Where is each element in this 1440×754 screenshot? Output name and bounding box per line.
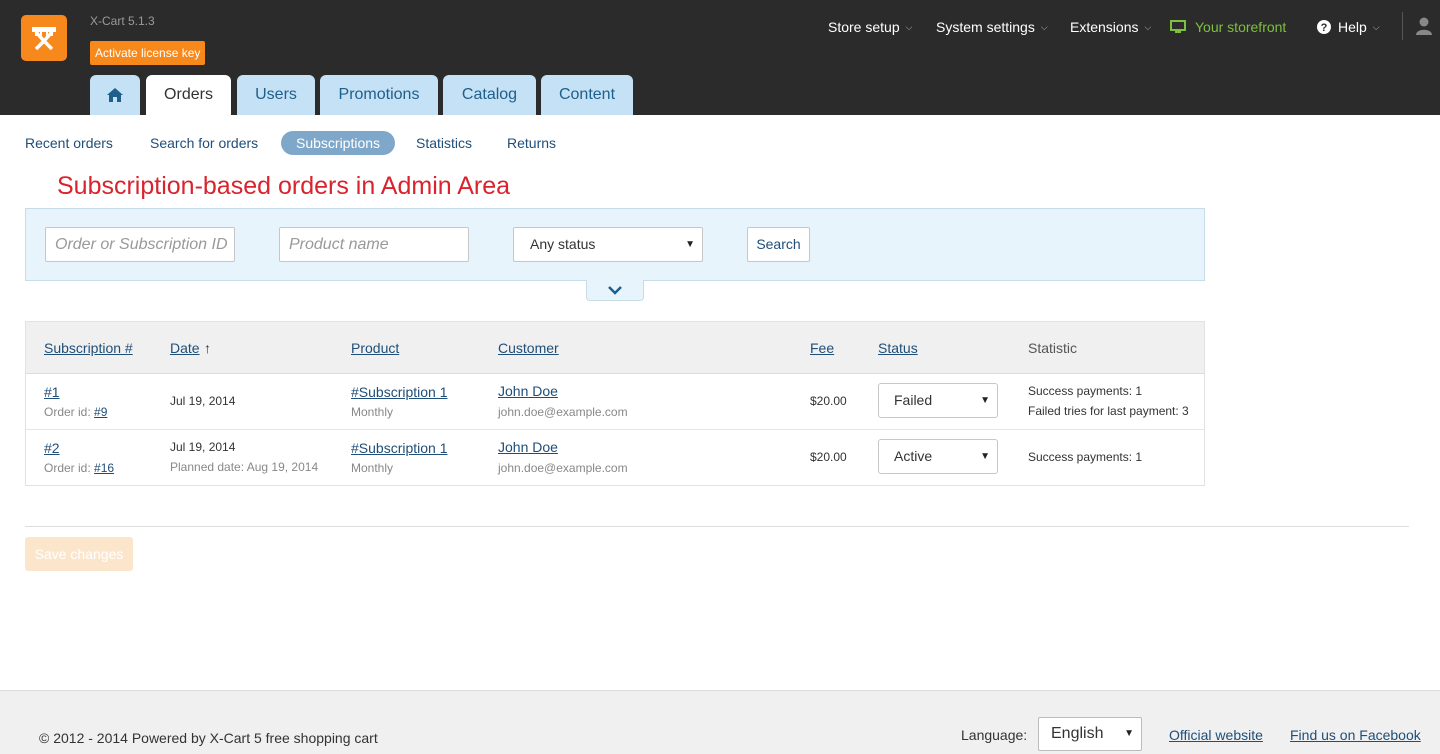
column-customer[interactable]: Customer <box>498 340 559 356</box>
subnav-statistics[interactable]: Statistics <box>416 131 472 155</box>
tab-catalog[interactable]: Catalog <box>443 75 536 115</box>
subscription-id-link[interactable]: #2 <box>44 440 60 456</box>
statistic-success: Success payments: 1 <box>1028 450 1143 464</box>
status-value: Failed <box>894 392 933 408</box>
search-button[interactable]: Search <box>747 227 810 262</box>
user-icon[interactable] <box>1414 16 1434 39</box>
tab-users[interactable]: Users <box>237 75 315 115</box>
chevron-down-icon: ⌵ <box>905 21 913 32</box>
subnav-subscriptions[interactable]: Subscriptions <box>281 131 396 155</box>
period-value: Monthly <box>351 405 394 419</box>
store-setup-menu[interactable]: Store setup ⌵ <box>828 17 912 37</box>
statistic-failed: Failed tries for last payment: 3 <box>1028 404 1189 418</box>
app-version: X-Cart 5.1.3 <box>90 14 155 28</box>
svg-text:?: ? <box>1321 22 1328 34</box>
system-settings-menu[interactable]: System settings ⌵ <box>936 17 1048 37</box>
help-menu[interactable]: ? Help ⌵ <box>1317 17 1380 37</box>
column-subscription[interactable]: Subscription # <box>44 340 133 356</box>
status-filter-select[interactable]: Any status ▼ <box>513 227 703 262</box>
column-fee[interactable]: Fee <box>810 340 834 356</box>
fee-value: $20.00 <box>810 394 847 408</box>
top-bar: X-Cart 5.1.3 Activate license key Store … <box>0 0 1440 115</box>
save-changes-button[interactable]: Save changes <box>25 537 133 571</box>
divider <box>1402 12 1403 40</box>
chevron-down-icon: ⌵ <box>1372 21 1380 32</box>
dropdown-arrow-icon: ▼ <box>1124 728 1134 739</box>
sort-arrow-icon: ↑ <box>204 340 211 356</box>
system-settings-label: System settings <box>936 19 1035 35</box>
customer-link[interactable]: John Doe <box>498 439 558 455</box>
subscription-id-link[interactable]: #1 <box>44 384 60 400</box>
table-header: Subscription # Date ↑ Product Customer F… <box>26 322 1204 374</box>
subnav-recent-orders[interactable]: Recent orders <box>25 131 113 155</box>
official-website-link[interactable]: Official website <box>1169 727 1263 743</box>
language-label: Language: <box>961 727 1028 743</box>
column-product[interactable]: Product <box>351 340 399 356</box>
row-divider <box>26 429 1204 430</box>
page-heading: Subscription-based orders in Admin Area <box>57 172 511 200</box>
tab-promotions[interactable]: Promotions <box>320 75 438 115</box>
order-id-input[interactable]: Order or Subscription ID <box>45 227 235 262</box>
expand-filter-toggle[interactable] <box>586 280 644 301</box>
product-link[interactable]: #Subscription 1 <box>351 440 448 456</box>
status-select[interactable]: Active ▼ <box>878 439 998 474</box>
customer-link[interactable]: John Doe <box>498 383 558 399</box>
fee-value: $20.00 <box>810 450 847 464</box>
chevron-down-icon: ⌵ <box>1040 21 1048 32</box>
tab-orders[interactable]: Orders <box>146 75 231 115</box>
status-filter-value: Any status <box>530 236 596 252</box>
planned-date: Planned date: Aug 19, 2014 <box>170 460 319 474</box>
question-icon: ? <box>1317 20 1331 34</box>
order-id-link[interactable]: #16 <box>94 461 114 475</box>
date-value: Jul 19, 2014 <box>170 440 236 454</box>
xcart-logo-icon[interactable] <box>21 15 67 61</box>
facebook-link[interactable]: Find us on Facebook <box>1290 727 1421 743</box>
column-status[interactable]: Status <box>878 340 918 356</box>
tab-home[interactable] <box>90 75 140 115</box>
copyright-text: © 2012 - 2014 Powered by X-Cart 5 free s… <box>39 730 378 746</box>
dropdown-arrow-icon: ▼ <box>980 451 990 462</box>
extensions-label: Extensions <box>1070 19 1139 35</box>
footer: © 2012 - 2014 Powered by X-Cart 5 free s… <box>0 690 1440 754</box>
subnav-returns[interactable]: Returns <box>507 131 556 155</box>
dropdown-arrow-icon: ▼ <box>980 395 990 406</box>
home-icon <box>107 88 123 102</box>
date-value: Jul 19, 2014 <box>170 394 236 408</box>
order-id-label: Order id: <box>44 405 91 419</box>
help-label: Help <box>1338 19 1367 35</box>
status-select[interactable]: Failed ▼ <box>878 383 998 418</box>
activate-license-button[interactable]: Activate license key <box>90 41 206 65</box>
column-date[interactable]: Date <box>170 340 200 356</box>
period-value: Monthly <box>351 461 394 475</box>
storefront-link[interactable]: Your storefront <box>1170 17 1286 37</box>
chevron-down-icon: ⌵ <box>1144 21 1152 32</box>
order-id-label: Order id: <box>44 461 91 475</box>
column-statistic: Statistic <box>1028 340 1078 356</box>
dropdown-arrow-icon: ▼ <box>685 239 695 250</box>
tab-content[interactable]: Content <box>541 75 633 115</box>
product-link[interactable]: #Subscription 1 <box>351 384 448 400</box>
store-setup-label: Store setup <box>828 19 900 35</box>
storefront-label: Your storefront <box>1195 19 1287 35</box>
statistic-success: Success payments: 1 <box>1028 384 1143 398</box>
language-select[interactable]: English ▼ <box>1038 717 1142 751</box>
customer-email: john.doe@example.com <box>498 461 628 475</box>
subnav-search-orders[interactable]: Search for orders <box>150 131 258 155</box>
product-name-input[interactable]: Product name <box>279 227 469 262</box>
monitor-icon <box>1170 20 1186 33</box>
order-id-link[interactable]: #9 <box>94 405 107 419</box>
divider <box>25 526 1409 527</box>
language-value: English <box>1051 725 1104 742</box>
subscriptions-table: Subscription # Date ↑ Product Customer F… <box>25 321 1205 486</box>
chevron-down-icon <box>608 286 622 295</box>
status-value: Active <box>894 448 933 464</box>
extensions-menu[interactable]: Extensions ⌵ <box>1070 17 1151 37</box>
customer-email: john.doe@example.com <box>498 405 628 419</box>
